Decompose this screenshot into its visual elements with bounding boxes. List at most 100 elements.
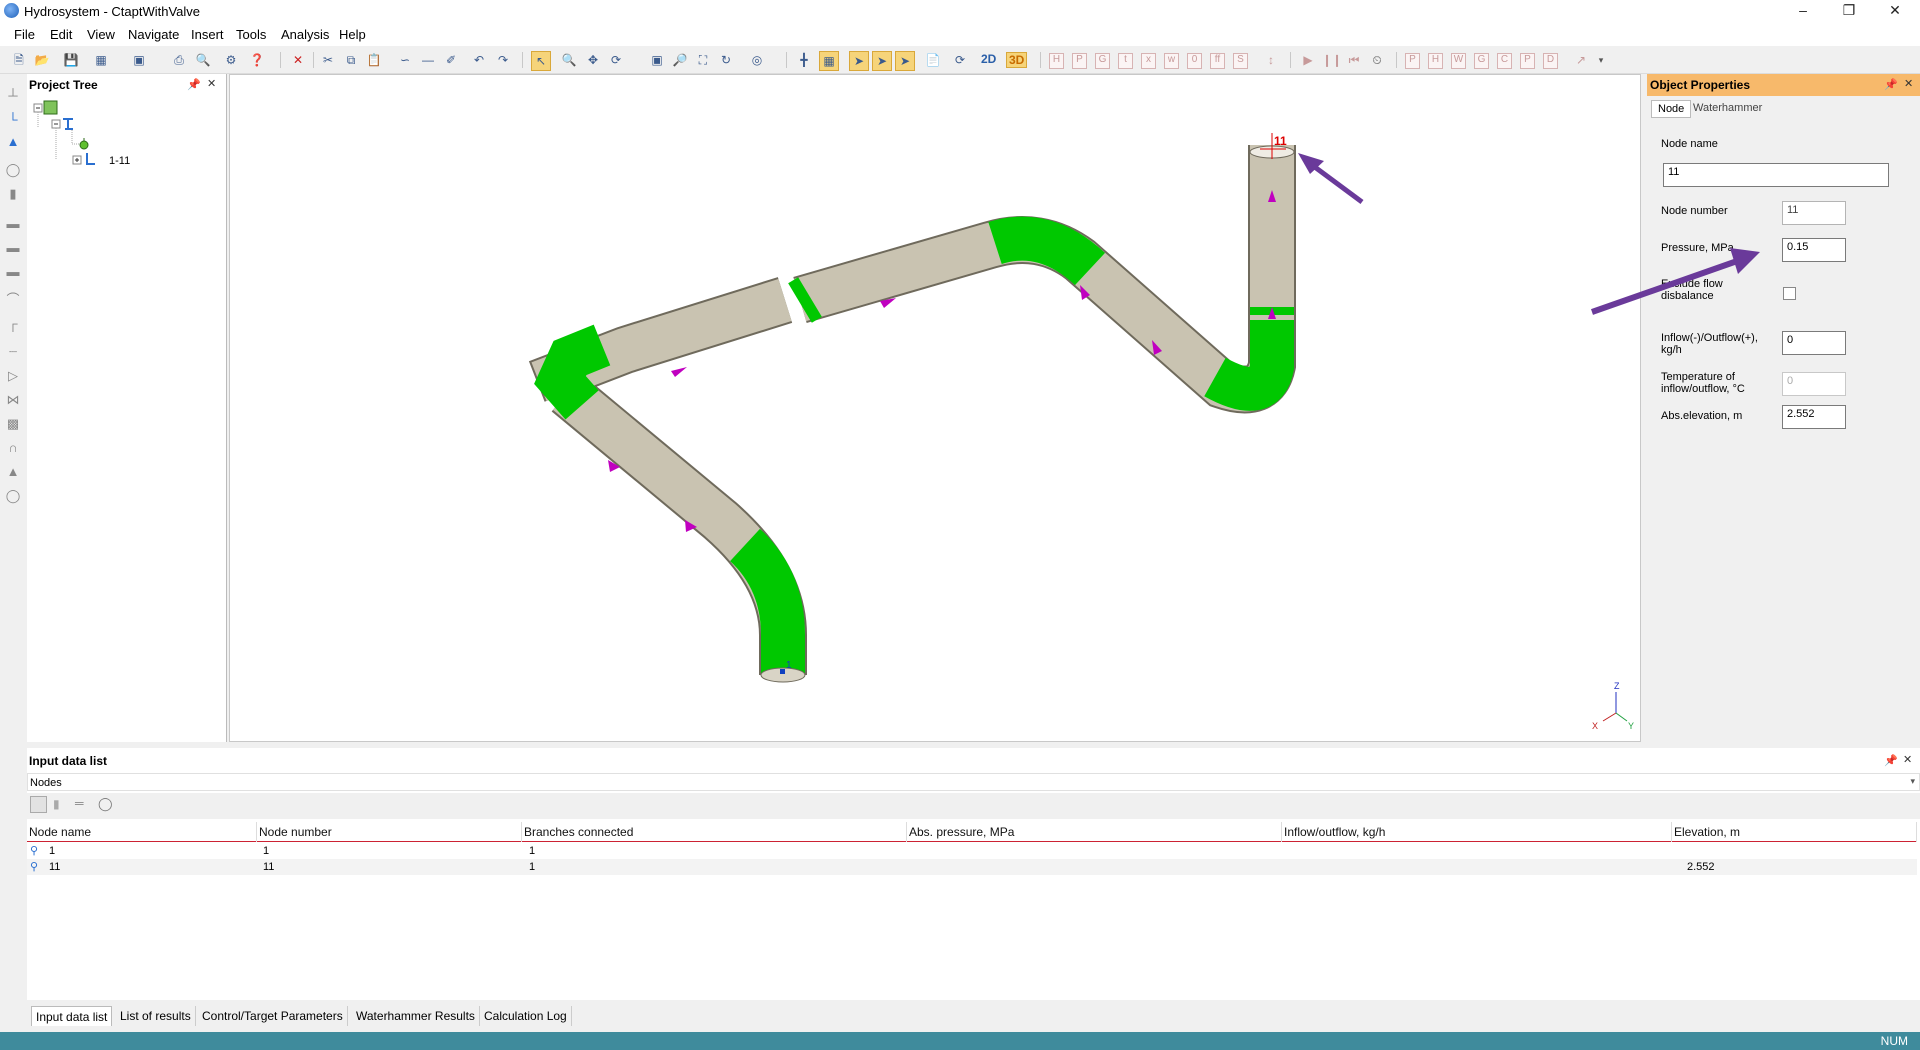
result-w-icon[interactable]: W xyxy=(1451,53,1466,69)
branch-labels-icon[interactable]: ➤ xyxy=(895,51,915,71)
menu-view[interactable]: View xyxy=(87,27,115,42)
pipe-filter-icon[interactable]: ═ xyxy=(75,796,84,810)
cap-icon[interactable]: ▬ xyxy=(5,264,21,280)
print-preview-icon[interactable]: 🔍 xyxy=(194,51,212,69)
result-c-icon[interactable]: C xyxy=(1497,53,1512,69)
param-p-icon[interactable]: P xyxy=(1072,53,1087,69)
zoom-icon[interactable]: 🔍 xyxy=(560,51,578,69)
close-panel-icon[interactable]: ✕ xyxy=(1903,753,1912,766)
node-labels-icon[interactable]: ➤ xyxy=(872,51,892,71)
elbow-icon[interactable]: ⌒ xyxy=(5,292,21,308)
branch-icon[interactable]: ┴ xyxy=(5,88,21,104)
pan-icon[interactable]: ✥ xyxy=(584,51,602,69)
table-row[interactable]: ⚲ 11 11 1 2.552 xyxy=(27,859,1917,875)
orifice-icon[interactable]: ┈ xyxy=(5,344,21,360)
start-node-label[interactable]: 1 xyxy=(786,660,792,671)
compensator-icon[interactable]: ∩ xyxy=(5,440,21,456)
column-header[interactable]: Branches connected xyxy=(522,822,907,842)
help-icon[interactable]: ❓ xyxy=(248,51,266,69)
table-view-icon[interactable] xyxy=(30,796,47,813)
view-3d-button[interactable]: 3D xyxy=(1006,52,1028,68)
zoom-extents-icon[interactable]: ⛶ xyxy=(694,51,712,69)
tab-control-target-parameters[interactable]: Control/Target Parameters xyxy=(198,1006,348,1026)
reducer-icon[interactable]: ▮ xyxy=(5,186,21,202)
copy-icon[interactable]: ⧉ xyxy=(342,51,360,69)
result-d-icon[interactable]: D xyxy=(1543,53,1558,69)
undo-icon[interactable]: ↶ xyxy=(470,51,488,69)
column-header[interactable]: Inflow/outflow, kg/h xyxy=(1282,822,1672,842)
result-p-icon[interactable]: P xyxy=(1405,53,1420,69)
param-g-icon[interactable]: G xyxy=(1095,53,1110,69)
valve-icon[interactable]: ⋈ xyxy=(5,392,21,408)
node-name-field[interactable]: 11 xyxy=(1663,163,1889,187)
column-header[interactable]: Node name xyxy=(27,822,257,842)
menu-insert[interactable]: Insert xyxy=(191,27,224,42)
tab-calculation-log[interactable]: Calculation Log xyxy=(480,1006,572,1026)
zoom-out-icon[interactable]: 🔎 xyxy=(671,51,689,69)
zoom-window-icon[interactable]: ▣ xyxy=(648,51,666,69)
pipe-icon[interactable]: └ xyxy=(5,112,21,128)
grid-icon[interactable]: ╋ xyxy=(795,51,813,69)
tab-waterhammer[interactable]: Waterhammer xyxy=(1687,100,1768,118)
new-file-icon[interactable]: 🗎 xyxy=(10,51,28,69)
param-x-icon[interactable]: x xyxy=(1141,53,1156,69)
tee-icon[interactable]: ▬ xyxy=(5,216,21,232)
tab-waterhammer-results[interactable]: Waterhammer Results xyxy=(352,1006,480,1026)
window-icon[interactable]: ▣ xyxy=(130,51,148,69)
play-icon[interactable]: ▶ xyxy=(1299,51,1317,69)
column-header[interactable]: Node number xyxy=(257,822,522,842)
result-p2-icon[interactable]: P xyxy=(1520,53,1535,69)
close-panel-icon[interactable]: ✕ xyxy=(1904,77,1913,90)
print-icon[interactable]: ⎙ xyxy=(170,51,188,69)
param-h-icon[interactable]: H xyxy=(1049,53,1064,69)
pressure-field[interactable]: 0.15 xyxy=(1782,238,1846,262)
open-folder-icon[interactable]: 📂 xyxy=(33,51,51,69)
minimize-button[interactable]: – xyxy=(1780,0,1826,22)
globe-icon[interactable]: ◎ xyxy=(748,51,766,69)
chevron-down-icon[interactable]: ▾ xyxy=(1592,51,1610,69)
step-icon[interactable]: ⏲ xyxy=(1368,51,1386,69)
close-panel-icon[interactable]: ✕ xyxy=(207,77,216,90)
paste-icon[interactable]: 📋 xyxy=(365,51,383,69)
check-valve-icon[interactable]: ▷ xyxy=(5,368,21,384)
snap-icon[interactable]: ▦ xyxy=(819,51,839,71)
table-icon[interactable]: ▦ xyxy=(92,51,110,69)
param-ff-icon[interactable]: ff xyxy=(1210,53,1225,69)
refresh-icon[interactable]: ⟳ xyxy=(951,51,969,69)
thermometer-icon[interactable]: ↕ xyxy=(1262,51,1280,69)
tank-icon[interactable]: ◯ xyxy=(5,488,21,504)
tree-item-branch[interactable]: 1-11 xyxy=(109,155,130,167)
view-2d-button[interactable]: 2D xyxy=(979,52,998,66)
flange-icon[interactable]: ▬ xyxy=(5,240,21,256)
delete-icon[interactable]: ✕ xyxy=(289,51,307,69)
elevation-field[interactable]: 2.552 xyxy=(1782,405,1846,429)
report-icon[interactable]: 📄 xyxy=(924,51,942,69)
column-header[interactable]: Elevation, m xyxy=(1672,822,1917,842)
menu-file[interactable]: File xyxy=(14,27,35,42)
pin-icon[interactable]: 📌 xyxy=(1884,78,1898,91)
param-t-icon[interactable]: t xyxy=(1118,53,1133,69)
chart-icon[interactable]: ↗ xyxy=(1572,51,1590,69)
pump-icon[interactable]: ▲ xyxy=(5,464,21,480)
circle-filter-icon[interactable]: ◯ xyxy=(98,796,113,812)
redo-icon[interactable]: ↷ xyxy=(494,51,512,69)
inflow-field[interactable]: 0 xyxy=(1782,331,1846,355)
pipe-tool-icon[interactable]: — xyxy=(419,51,437,69)
pin-icon[interactable]: 📌 xyxy=(1884,754,1898,767)
param-o-icon[interactable]: 0 xyxy=(1187,53,1202,69)
model-viewport[interactable]: 11 1 Z X Y xyxy=(229,74,1641,742)
param-s-icon[interactable]: S xyxy=(1233,53,1248,69)
control-valve-icon[interactable]: ▩ xyxy=(5,416,21,432)
save-icon[interactable]: 💾 xyxy=(62,51,80,69)
menu-navigate[interactable]: Navigate xyxy=(128,27,179,42)
corner-icon[interactable]: ┌ xyxy=(5,316,21,332)
param-w-icon[interactable]: w xyxy=(1164,53,1179,69)
measure-icon[interactable]: ∽ xyxy=(396,51,414,69)
rotate-icon[interactable]: ⟳ xyxy=(607,51,625,69)
end-node-label[interactable]: 11 xyxy=(1274,134,1287,148)
pin-icon[interactable]: 📌 xyxy=(187,78,201,91)
zoom-previous-icon[interactable]: ↻ xyxy=(717,51,735,69)
result-h-icon[interactable]: H xyxy=(1428,53,1443,69)
tab-list-of-results[interactable]: List of results xyxy=(116,1006,196,1026)
restore-button[interactable]: ❐ xyxy=(1826,0,1872,22)
